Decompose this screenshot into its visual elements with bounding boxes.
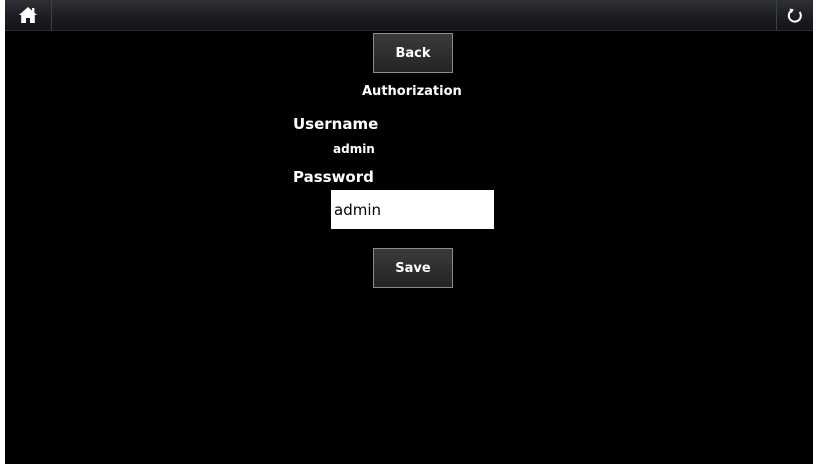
password-label: Password: [293, 168, 374, 186]
username-label: Username: [293, 115, 379, 133]
back-button[interactable]: Back: [373, 33, 453, 73]
home-icon: [19, 7, 37, 23]
home-button[interactable]: [5, 0, 52, 30]
save-button[interactable]: Save: [373, 248, 453, 288]
password-field[interactable]: [331, 190, 494, 229]
refresh-button[interactable]: [776, 0, 813, 30]
refresh-icon: [787, 8, 802, 23]
top-bar: [5, 0, 813, 31]
app-screen: Back Authorization Username admin Passwo…: [5, 0, 813, 464]
page-title: Authorization: [362, 84, 462, 99]
username-value: admin: [333, 142, 375, 156]
